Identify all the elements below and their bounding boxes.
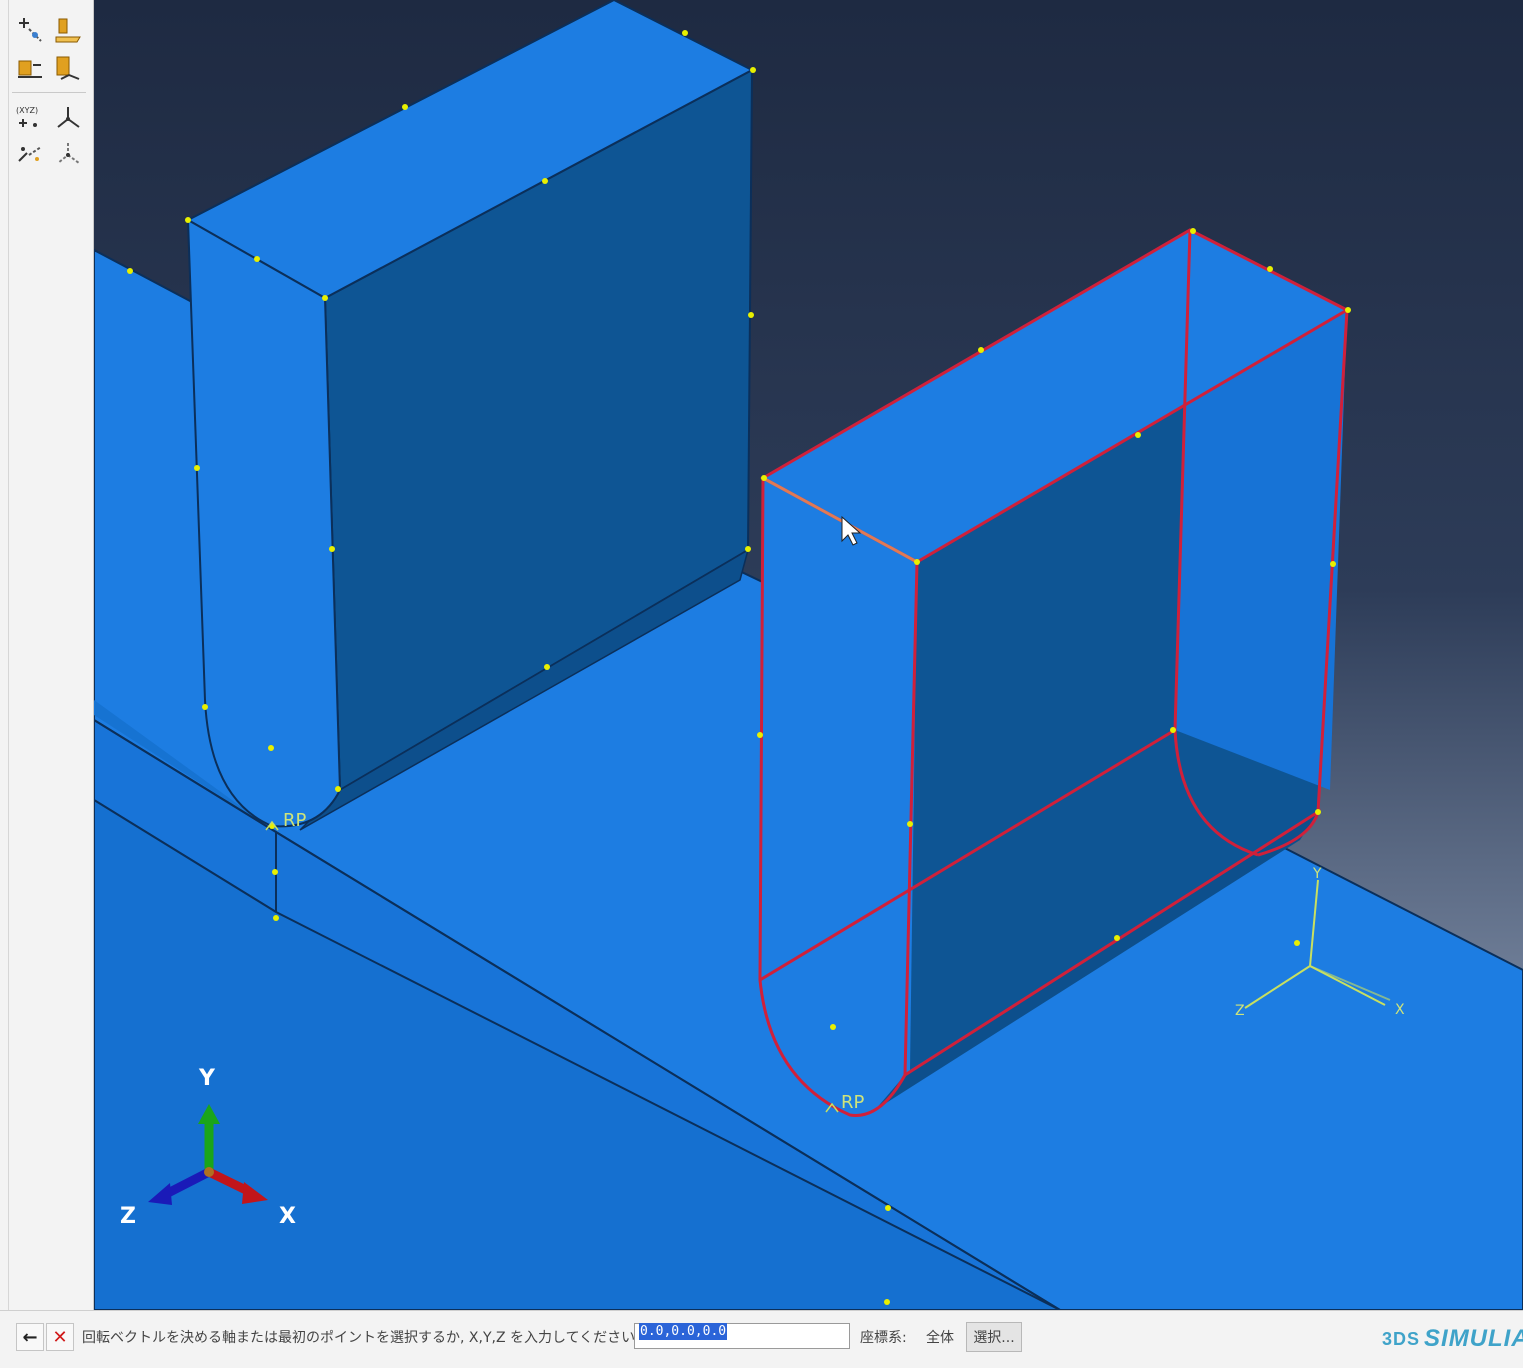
coordinate-input[interactable]: 0.0,0.0,0.0 [634,1323,850,1349]
simulia-logo-text: SIMULIA [1424,1325,1523,1352]
3ds-logo-mark: 3DS [1382,1328,1421,1349]
prompt-area: ← ✕ 回転ベクトルを決める軸または最初のポイントを選択するか, X,Y,Z を… [0,1310,1523,1368]
csys-value: 全体 [926,1330,954,1346]
offset-point-icon[interactable] [14,138,46,170]
svg-text:RP: RP [841,1092,865,1113]
rotated-csys-icon[interactable] [52,138,84,170]
graphics-viewport[interactable]: RP RP Y X Z Y X Z [94,0,1523,1310]
local-csys-z-label: Z [1235,1003,1245,1019]
local-csys-x-label: X [1395,1002,1405,1018]
triad-z-label: Z [120,1204,136,1229]
triad-x-label: X [279,1204,296,1229]
toolbar-grip [8,0,9,1310]
svg-text:RP: RP [283,810,307,831]
back-arrow-button[interactable]: ← [16,1323,44,1351]
svg-text:(XYZ): (XYZ) [16,106,38,115]
local-csys-y-label: Y [1312,866,1322,882]
back-arrow-icon: ← [22,1326,38,1348]
coordinate-input-value: 0.0,0.0,0.0 [639,1323,728,1340]
triad-datum-csys-icon[interactable] [52,102,84,134]
cancel-procedure-button[interactable]: ✕ [46,1323,74,1351]
create-datum-point-icon[interactable] [14,14,46,46]
simulia-logo: 3DS SIMULIA [1382,1319,1523,1359]
select-csys-button[interactable]: 選択... [966,1322,1022,1352]
create-datum-plane-icon[interactable] [52,14,84,46]
triad-y-label: Y [198,1066,216,1091]
close-icon: ✕ [52,1326,68,1348]
create-datum-axis-icon[interactable] [14,52,46,84]
prompt-text: 回転ベクトルを決める軸または最初のポイントを選択するか, X,Y,Z を入力して… [82,1330,640,1346]
toolbar-separator [12,92,86,93]
xyz-datum-point-icon[interactable]: (XYZ) [14,102,46,134]
create-datum-csys-icon[interactable] [52,52,84,84]
datum-toolbar: (XYZ) [0,0,94,1310]
csys-label: 座標系: [860,1330,907,1346]
